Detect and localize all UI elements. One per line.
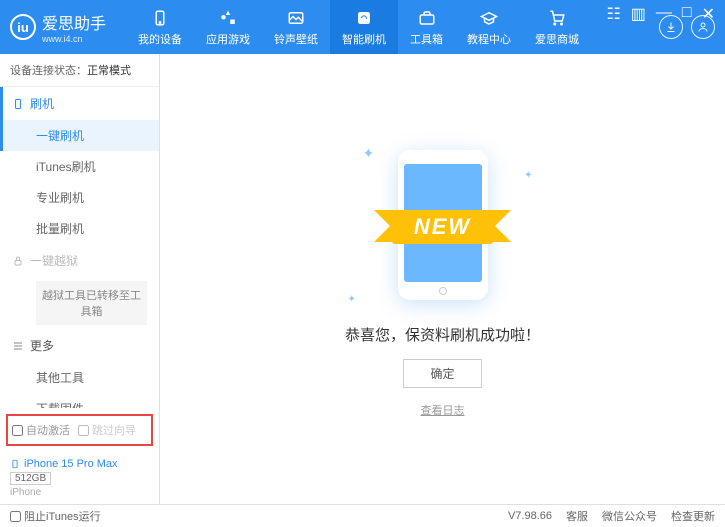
device-icon (12, 98, 24, 110)
checkbox-skip-guide[interactable]: 跳过向导 (78, 422, 136, 438)
footer-right: V7.98.66 客服 微信公众号 检查更新 (508, 508, 715, 524)
nav-my-device[interactable]: 我的设备 (126, 0, 194, 54)
sidebar-menu: 刷机 一键刷机 iTunes刷机 专业刷机 批量刷机 一键越狱 越狱工具已转移至… (0, 87, 159, 408)
options-highlighted: 自动激活 跳过向导 (6, 414, 153, 446)
device-type: iPhone (10, 487, 149, 498)
sparkle-icon: ✦ (363, 145, 375, 162)
nav-store[interactable]: 爱思商城 (523, 0, 591, 54)
footer-left: 阻止iTunes运行 (10, 508, 101, 524)
body: 设备连接状态：正常模式 刷机 一键刷机 iTunes刷机 专业刷机 批量刷机 一… (0, 54, 725, 504)
download-button[interactable] (659, 15, 683, 39)
nav-ringtones[interactable]: 铃声壁纸 (262, 0, 330, 54)
nav-tutorials[interactable]: 教程中心 (455, 0, 523, 54)
app-name: 爱思助手 (42, 10, 106, 34)
support-link[interactable]: 客服 (566, 508, 588, 524)
image-icon (286, 8, 306, 28)
connection-status: 设备连接状态：正常模式 (0, 54, 159, 87)
sparkle-icon: ✦ (348, 294, 356, 305)
section-jailbreak[interactable]: 一键越狱 (0, 244, 159, 277)
top-nav: 我的设备 应用游戏 铃声壁纸 智能刷机 工具箱 教程中心 爱思商城 (126, 0, 659, 54)
wechat-link[interactable]: 微信公众号 (602, 508, 657, 524)
ok-button[interactable]: 确定 (403, 359, 481, 388)
section-more[interactable]: 更多 (0, 329, 159, 362)
app-url: www.i4.cn (42, 34, 106, 44)
nav-apps[interactable]: 应用游戏 (194, 0, 262, 54)
check-update-link[interactable]: 检查更新 (671, 508, 715, 524)
main-content: ✦ ✦ ✦ NEW 恭喜您，保资料刷机成功啦！ 确定 查看日志 (160, 54, 725, 504)
checkbox-auto-activate[interactable]: 自动激活 (12, 422, 70, 438)
logo[interactable]: iu 爱思助手 www.i4.cn (10, 10, 106, 44)
user-button[interactable] (691, 15, 715, 39)
menu-pro-flash[interactable]: 专业刷机 (0, 182, 159, 213)
sparkle-icon: ✦ (524, 170, 532, 181)
menu-icon (12, 340, 24, 352)
cart-icon (547, 8, 567, 28)
view-log-link[interactable]: 查看日志 (421, 402, 465, 418)
tray-icon[interactable]: ▥ (631, 4, 646, 24)
toolbox-icon (417, 8, 437, 28)
menu-other-tools[interactable]: 其他工具 (0, 362, 159, 393)
refresh-icon (354, 8, 374, 28)
phone-icon (150, 8, 170, 28)
nav-toolbox[interactable]: 工具箱 (398, 0, 455, 54)
maximize-icon[interactable]: □ (682, 4, 692, 24)
footer: 阻止iTunes运行 V7.98.66 客服 微信公众号 检查更新 (0, 504, 725, 527)
device-storage: 512GB (10, 472, 51, 485)
menu-batch-flash[interactable]: 批量刷机 (0, 213, 159, 244)
section-flash[interactable]: 刷机 (0, 87, 159, 120)
menu-one-click-flash[interactable]: 一键刷机 (0, 120, 159, 151)
lock-icon (12, 255, 24, 267)
jailbreak-note[interactable]: 越狱工具已转移至工具箱 (36, 281, 147, 325)
success-illustration: ✦ ✦ ✦ NEW (343, 140, 543, 310)
phone-icon (10, 458, 20, 470)
graduation-icon (479, 8, 499, 28)
version-label: V7.98.66 (508, 510, 552, 522)
menu-dots-icon[interactable]: ☷ (606, 4, 620, 24)
checkbox-block-itunes[interactable]: 阻止iTunes运行 (10, 508, 101, 524)
sidebar: 设备连接状态：正常模式 刷机 一键刷机 iTunes刷机 专业刷机 批量刷机 一… (0, 54, 160, 504)
nav-smart-flash[interactable]: 智能刷机 (330, 0, 398, 54)
menu-itunes-flash[interactable]: iTunes刷机 (0, 151, 159, 182)
logo-icon: iu (10, 14, 36, 40)
device-name[interactable]: iPhone 15 Pro Max (10, 458, 149, 470)
device-info: iPhone 15 Pro Max 512GB iPhone (0, 452, 159, 504)
apps-icon (218, 8, 238, 28)
new-banner: NEW (343, 210, 543, 244)
menu-download-firmware[interactable]: 下载固件 (0, 393, 159, 408)
success-message: 恭喜您，保资料刷机成功啦！ (345, 324, 540, 345)
